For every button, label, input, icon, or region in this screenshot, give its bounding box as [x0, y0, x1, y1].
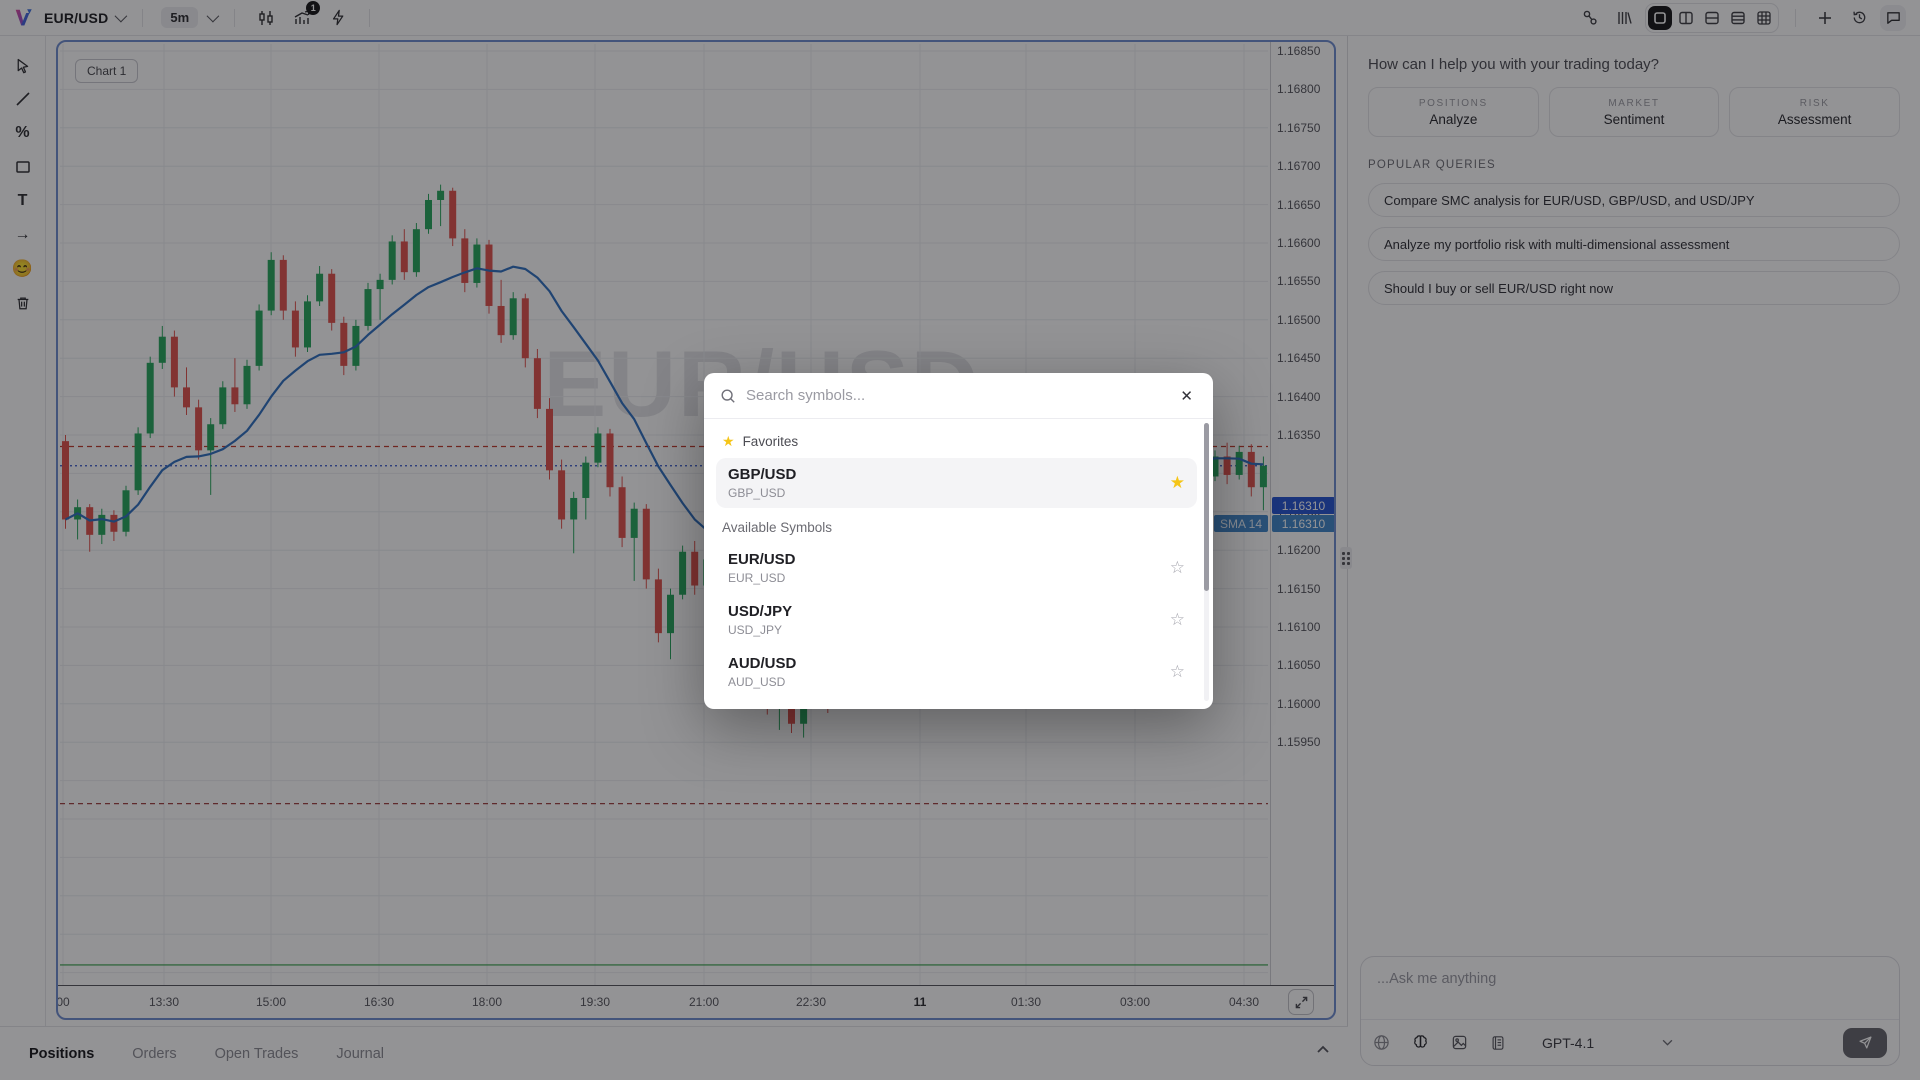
modal-scrollbar-thumb[interactable] [1204, 423, 1209, 591]
symbol-row-aud_usd[interactable]: AUD/USDAUD_USD☆ [716, 647, 1197, 697]
symbol-list: ★ Favorites GBP/USDGBP_USD★ Available Sy… [704, 419, 1213, 697]
search-icon [720, 388, 736, 404]
star-outline-icon[interactable]: ☆ [1170, 558, 1185, 578]
star-filled-icon[interactable]: ★ [1170, 473, 1185, 493]
symbol-row-eur_usd[interactable]: EUR/USDEUR_USD☆ [716, 543, 1197, 593]
close-icon[interactable]: ✕ [1176, 385, 1197, 407]
symbol-row-usd_jpy[interactable]: USD/JPYUSD_JPY☆ [716, 595, 1197, 645]
symbol-row-gbp_usd[interactable]: GBP/USDGBP_USD★ [716, 458, 1197, 508]
star-outline-icon[interactable]: ☆ [1170, 610, 1185, 630]
favorites-header: ★ Favorites [716, 429, 1197, 458]
symbol-search-modal: ✕ ★ Favorites GBP/USDGBP_USD★ Available … [704, 373, 1213, 709]
symbol-search-input[interactable] [746, 387, 1166, 404]
modal-search-row: ✕ [704, 373, 1213, 419]
available-symbols-header: Available Symbols [716, 510, 1197, 543]
star-icon: ★ [722, 433, 735, 450]
star-outline-icon[interactable]: ☆ [1170, 662, 1185, 682]
